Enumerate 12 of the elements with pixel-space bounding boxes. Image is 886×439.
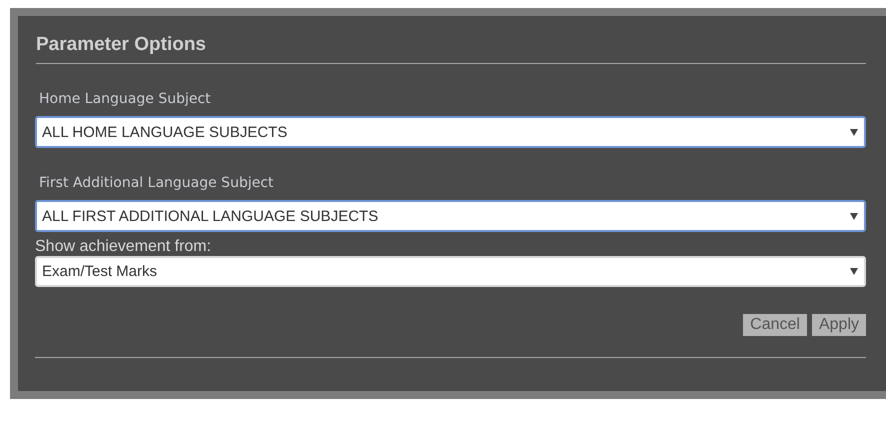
dialog-title: Parameter Options	[36, 34, 866, 64]
dropdown-field[interactable]: Exam/Test Marks	[35, 256, 866, 287]
dialog-button[interactable]: Cancel	[743, 314, 807, 336]
dropdown-field[interactable]: ALL FIRST ADDITIONAL LANGUAGE SUBJECTS	[35, 200, 866, 232]
dropdown-caret-icon	[850, 212, 858, 220]
dropdown-caret-icon	[850, 128, 858, 136]
dropdown-caret-icon	[850, 268, 858, 275]
field-label: Show achievement from:	[35, 238, 212, 256]
field-label: First Additional Language Subject	[39, 175, 275, 192]
field-label: Home Language Subject	[39, 91, 212, 108]
dialog-button[interactable]: Apply	[812, 314, 866, 336]
dropdown-field[interactable]: ALL HOME LANGUAGE SUBJECTS	[35, 116, 866, 148]
